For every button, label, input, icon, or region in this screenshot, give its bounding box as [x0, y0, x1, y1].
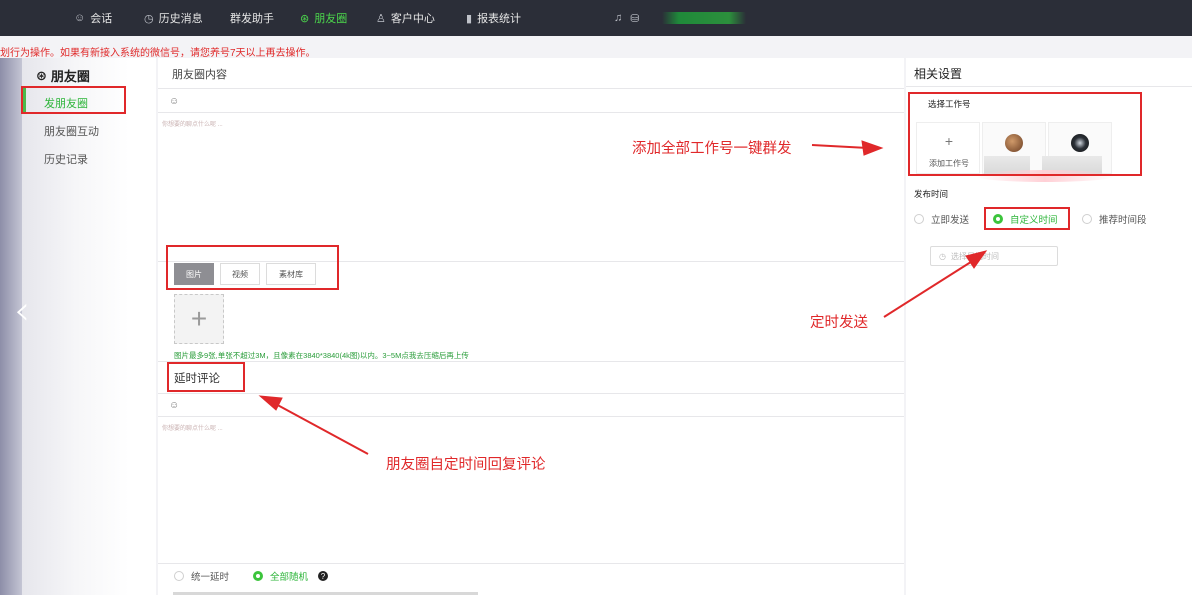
bar-chart-icon: ▮ [466, 12, 473, 25]
sidebar-item-history[interactable]: 历史记录 [44, 151, 88, 167]
annotation-scheduled: 定时发送 [810, 315, 868, 331]
datetime-placeholder: 选择日期时间 [950, 251, 999, 261]
sidebar-title-text: 朋友圈 [50, 69, 90, 84]
annotation-broadcast: 添加全部工作号一键群发 [632, 141, 792, 157]
radio-unified-delay-label: 统一延时 [191, 572, 230, 583]
account-status-bar [662, 12, 746, 24]
sidebar-item-moments-interaction[interactable]: 朋友圈互动 [44, 123, 99, 139]
radio-recommended-time-label: 推荐时间段 [1099, 215, 1147, 226]
nav-chat-label: 会话 [90, 13, 113, 25]
nav-group-send-label: 群发助手 [230, 13, 274, 25]
nav-chat[interactable]: ☺ 会话 [74, 0, 112, 36]
highlight-custom-time [984, 207, 1070, 230]
clock-icon: ◷ [144, 12, 154, 25]
radio-send-now[interactable]: 立即发送 [914, 212, 969, 226]
radio-all-random[interactable]: 全部随机? [253, 569, 329, 583]
top-right-tools: ♫ ⛁ [614, 0, 639, 36]
radio-circle [914, 214, 924, 224]
publish-time-label: 发布时间 [914, 189, 949, 199]
radio-send-now-label: 立即发送 [931, 215, 970, 226]
radio-circle-selected [253, 571, 263, 581]
divider [158, 393, 904, 394]
highlight-delayed-comment [167, 362, 245, 392]
main-panel [158, 58, 904, 595]
emoji-icon[interactable]: ☺ [169, 96, 179, 107]
back-arrow-icon[interactable]: ‹ [14, 288, 30, 334]
image-upload-button[interactable]: + [174, 294, 224, 344]
nav-moments[interactable]: ⊛ 朋友圈 [300, 0, 347, 36]
highlight-media-tabs [166, 245, 339, 290]
warning-notice: 划行为操作。如果有新接入系统的微信号，请您养号7天以上再去操作。 [0, 48, 316, 59]
nav-reports[interactable]: ▮ 报表统计 [466, 0, 521, 36]
database-icon[interactable]: ⛁ [630, 12, 639, 25]
nav-customer-center[interactable]: ♙ 客户中心 [376, 0, 435, 36]
upload-hint: 图片最多9张,单张不超过3M，且像素在3840*3840(4k图)以内。3~5M… [174, 351, 469, 360]
radio-all-random-label: 全部随机 [270, 572, 309, 583]
moments-icon: ⊛ [300, 12, 310, 25]
chat-icon: ☺ [74, 12, 86, 24]
radio-recommended-time[interactable]: 推荐时间段 [1082, 212, 1147, 226]
divider [906, 86, 1192, 87]
settings-title: 相关设置 [914, 67, 963, 81]
divider [158, 416, 904, 417]
divider [158, 563, 904, 564]
comment-textarea[interactable]: 你想要的聊点什么呢 ... [162, 423, 223, 432]
datetime-picker[interactable]: ◷ 选择日期时间 [930, 246, 1058, 266]
highlight-worker-selection [908, 92, 1142, 176]
content-textarea[interactable]: 你想要的聊点什么呢 ... [162, 119, 223, 128]
content-label: 朋友圈内容 [172, 69, 227, 81]
radio-circle [174, 571, 184, 581]
user-icon: ♙ [376, 12, 386, 25]
nav-reports-label: 报表统计 [477, 13, 522, 25]
emoji-icon[interactable]: ☺ [169, 400, 179, 411]
highlight-post-moments [21, 86, 126, 114]
bell-icon[interactable]: ♫ [614, 12, 622, 24]
nav-history-label: 历史消息 [158, 13, 203, 25]
divider [158, 112, 904, 113]
divider [158, 88, 904, 89]
divider [158, 361, 904, 362]
nav-customer-label: 客户中心 [390, 13, 435, 25]
nav-history-messages[interactable]: ◷ 历史消息 [144, 0, 203, 36]
help-icon[interactable]: ? [318, 571, 329, 581]
radio-circle [1082, 214, 1092, 224]
radio-unified-delay[interactable]: 统一延时 [174, 569, 229, 583]
moments-icon: ⊛ [36, 67, 47, 83]
clock-icon: ◷ [939, 251, 946, 261]
sidebar-title: ⊛ 朋友圈 [36, 66, 90, 85]
nav-group-send[interactable]: 群发助手 [230, 0, 274, 36]
nav-moments-label: 朋友圈 [314, 13, 348, 25]
annotation-comment: 朋友圈自定时间回复评论 [386, 457, 546, 473]
